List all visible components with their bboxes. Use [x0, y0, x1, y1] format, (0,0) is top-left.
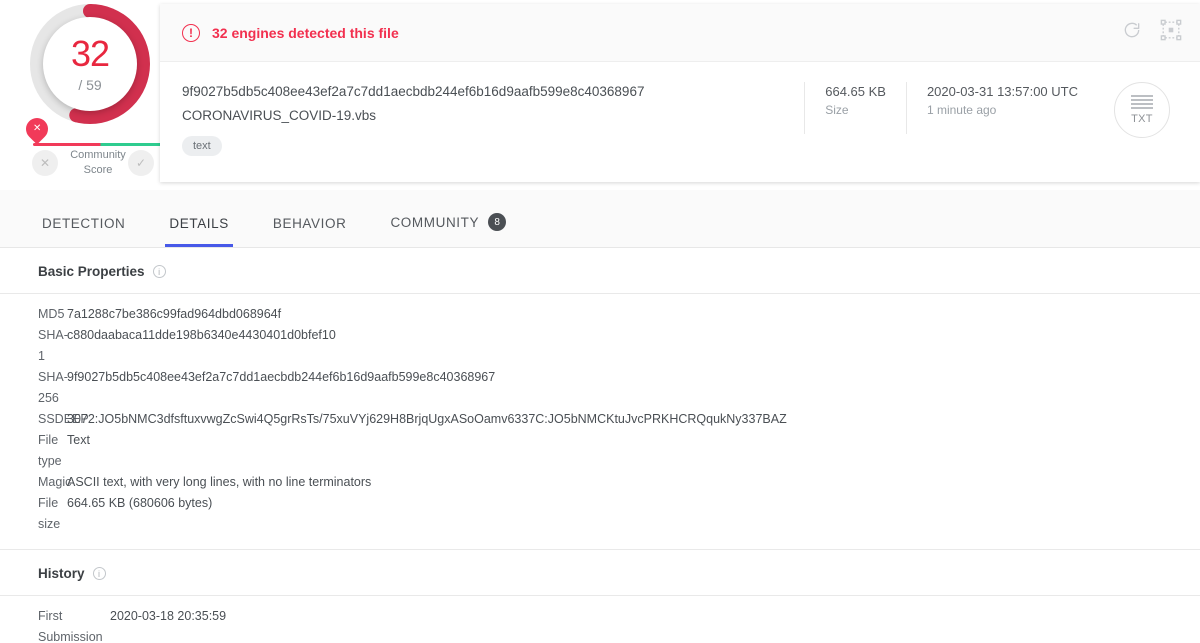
- tab-community-badge: 8: [488, 213, 507, 231]
- file-identity: 9f9027b5db5c408ee43ef2a7c7dd1aecbdb244ef…: [160, 82, 804, 181]
- file-summary-body: 9f9027b5db5c408ee43ef2a7c7dd1aecbdb244ef…: [160, 62, 1200, 181]
- file-size-cell: 664.65 KB Size: [804, 82, 906, 134]
- engine-total: / 59: [78, 76, 102, 93]
- relations-graph-icon[interactable]: [1160, 19, 1182, 46]
- row-key: SHA-1: [38, 328, 68, 363]
- info-icon[interactable]: i: [152, 265, 166, 278]
- file-size-label: Size: [825, 103, 849, 117]
- details-content: Basic Properties i MD5 7a1288c7be386c99f…: [0, 248, 1200, 643]
- community-score-label: Community Score: [48, 148, 148, 178]
- file-summary-card: ! 32 engines detected this file 9f9027b5…: [160, 4, 1200, 182]
- detection-gauge-center: 32 / 59: [43, 17, 137, 111]
- row-value: Text: [67, 433, 90, 447]
- basic-properties-table: MD5 7a1288c7be386c99fad964dbd068964f SHA…: [0, 294, 1200, 549]
- tab-behavior[interactable]: BEHAVIOR: [269, 216, 351, 247]
- tab-details-label: DETAILS: [169, 216, 229, 231]
- detection-gauge: 32 / 59: [30, 4, 150, 124]
- row-key: First Submission: [38, 609, 103, 643]
- row-key: MD5: [38, 307, 65, 321]
- basic-properties-title: Basic Properties i: [0, 248, 1200, 293]
- analysis-date-relative: 1 minute ago: [926, 103, 997, 117]
- tab-detection[interactable]: DETECTION: [38, 216, 129, 247]
- file-meta: 664.65 KB Size 2020-03-31 13:57:00 UTC 1…: [804, 82, 1200, 181]
- reload-icon[interactable]: [1122, 20, 1142, 45]
- row-key: File type: [38, 433, 62, 468]
- report-header: 32 / 59 ✕ ✕ ✓ Community Score ! 32 engin…: [0, 0, 1200, 190]
- file-icon-lines: [1131, 95, 1153, 109]
- history-table: First Submission 2020-03-18 20:35:59 Las…: [0, 596, 1200, 643]
- community-score-label-line1: Community: [70, 149, 126, 161]
- row-key: Magic: [38, 475, 72, 489]
- row-value: ASCII text, with very long lines, with n…: [67, 475, 372, 489]
- filetype-label: TXT: [1131, 113, 1153, 125]
- table-row: First Submission 2020-03-18 20:35:59: [0, 606, 1200, 643]
- table-row: MD5 7a1288c7be386c99fad964dbd068964f: [0, 304, 1200, 325]
- table-row: Magic ASCII text, with very long lines, …: [0, 472, 1200, 493]
- row-key: File size: [38, 496, 61, 531]
- row-value: 2020-03-18 20:35:59: [110, 609, 227, 623]
- tab-community-label: COMMUNITY: [390, 214, 480, 230]
- banner-actions: [1122, 19, 1182, 46]
- tab-behavior-label: BEHAVIOR: [272, 216, 347, 231]
- table-row: SHA-1 c880daabaca11dde198b6340e4430401d0…: [0, 325, 1200, 367]
- tab-details[interactable]: DETAILS: [165, 216, 234, 247]
- virustotal-file-report-page: 32 / 59 ✕ ✕ ✓ Community Score ! 32 engin…: [0, 0, 1200, 643]
- file-name: CORONAVIRUS_COVID-19.vbs: [182, 108, 377, 123]
- detection-score-panel: 32 / 59 ✕ ✕ ✓ Community Score: [0, 0, 168, 190]
- tab-community[interactable]: COMMUNITY 8: [386, 213, 510, 247]
- history-title-text: History: [38, 566, 85, 581]
- community-score-label-line2: Score: [83, 164, 113, 176]
- info-icon[interactable]: i: [92, 567, 106, 580]
- table-row: SHA-256 9f9027b5db5c408ee43ef2a7c7dd1aec…: [0, 367, 1200, 409]
- history-title: History i: [0, 550, 1200, 595]
- basic-properties-title-text: Basic Properties: [38, 264, 145, 279]
- exclamation-circle-icon: !: [182, 23, 200, 42]
- analysis-date-cell: 2020-03-31 13:57:00 UTC 1 minute ago: [905, 82, 1098, 134]
- file-size-value: 664.65 KB: [825, 84, 886, 99]
- table-row: File size 664.65 KB (680606 bytes): [0, 493, 1200, 535]
- row-value: 664.65 KB (680606 bytes): [67, 496, 213, 510]
- row-value: 9f9027b5db5c408ee43ef2a7c7dd1aecbdb244ef…: [67, 370, 496, 384]
- report-tabs: DETECTION DETAILS BEHAVIOR COMMUNITY 8: [0, 190, 1200, 248]
- text-file-icon: TXT: [1114, 82, 1170, 138]
- row-key: SHA-256: [38, 370, 68, 405]
- table-row: SSDEEP 3072:JO5bNMC3dfsftuxvwgZcSwi4Q5gr…: [0, 409, 1200, 430]
- file-tags: text: [182, 136, 804, 156]
- file-sha256: 9f9027b5db5c408ee43ef2a7c7dd1aecbdb244ef…: [182, 84, 645, 99]
- row-key: SSDEEP: [38, 412, 89, 426]
- community-score-bar: [33, 143, 168, 146]
- tab-detection-label: DETECTION: [42, 216, 126, 231]
- file-tag[interactable]: text: [182, 136, 222, 156]
- table-row: File type Text: [0, 430, 1200, 472]
- row-value: c880daabaca11dde198b6340e4430401d0bfef10: [67, 328, 336, 342]
- analysis-date-value: 2020-03-31 13:57:00 UTC: [926, 84, 1078, 99]
- row-value: 3072:JO5bNMC3dfsftuxvwgZcSwi4Q5grRsTs/75…: [67, 412, 787, 426]
- row-value: 7a1288c7be386c99fad964dbd068964f: [67, 307, 282, 321]
- detection-banner-text: 32 engines detected this file: [212, 24, 399, 41]
- detection-count: 32: [70, 32, 110, 74]
- detection-banner: ! 32 engines detected this file: [160, 4, 1200, 62]
